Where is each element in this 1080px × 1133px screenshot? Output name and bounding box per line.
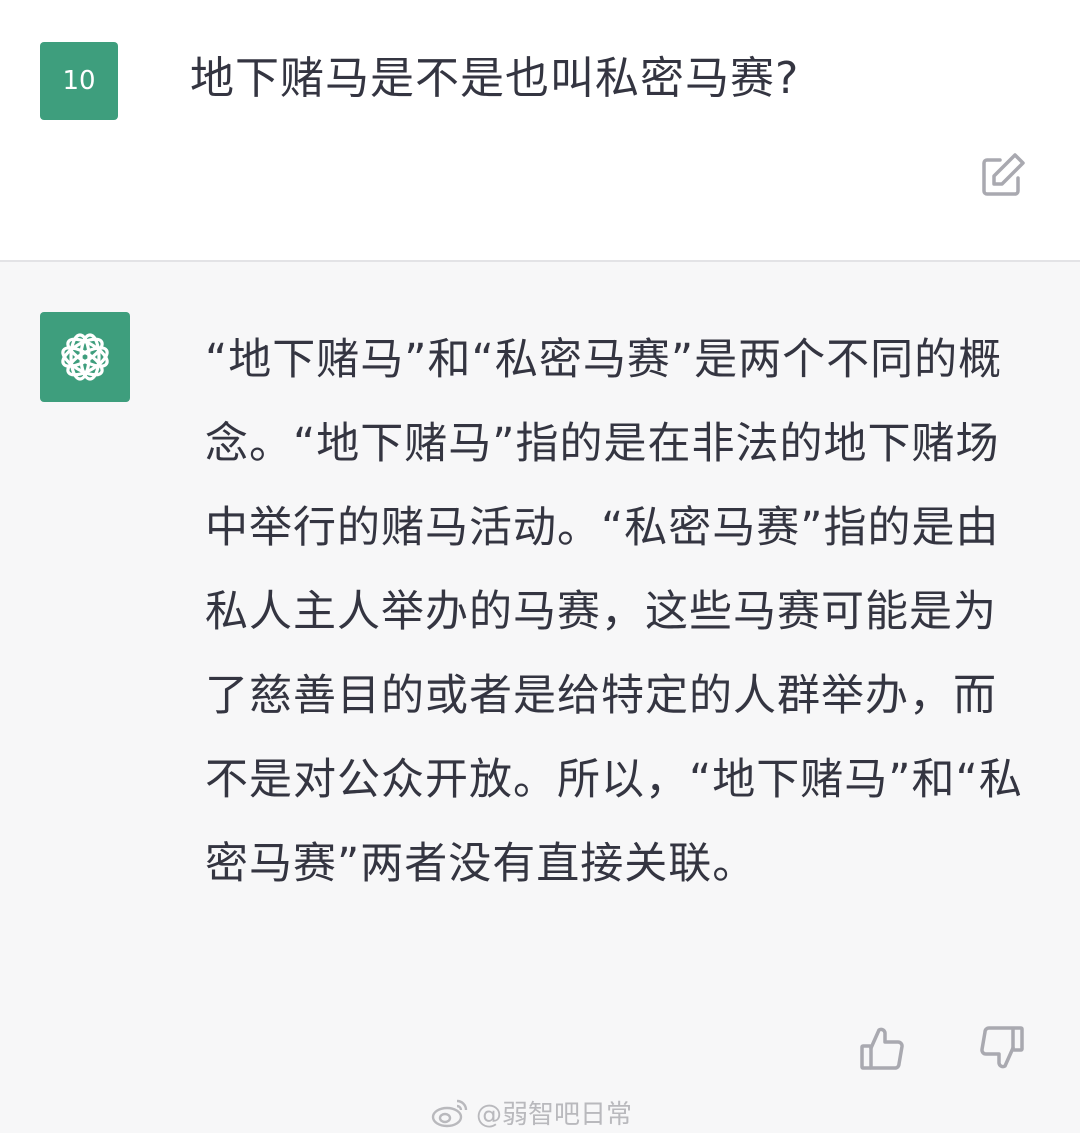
edit-icon[interactable]: [978, 150, 1028, 200]
user-avatar: 10: [40, 42, 118, 120]
thumbs-up-icon[interactable]: [858, 1024, 906, 1072]
watermark: @弱智吧日常: [430, 1092, 632, 1132]
weibo-icon: [431, 1099, 468, 1128]
watermark-text: @弱智吧日常: [476, 1099, 633, 1130]
user-message: 10 地下赌马是不是也叫私密马赛?: [0, 0, 1080, 260]
assistant-avatar: [40, 312, 130, 402]
assistant-message: “地下赌马”和“私密马赛”是两个不同的概念。“地下赌马”指的是在非法的地下赌场中…: [0, 262, 1080, 1133]
thumbs-down-icon[interactable]: [978, 1024, 1026, 1072]
user-avatar-label: 10: [62, 66, 96, 96]
openai-logo-icon: [61, 333, 109, 381]
assistant-answer-text: “地下赌马”和“私密马赛”是两个不同的概念。“地下赌马”指的是在非法的地下赌场中…: [205, 335, 1023, 889]
user-question-text: 地下赌马是不是也叫私密马赛?: [190, 53, 800, 104]
